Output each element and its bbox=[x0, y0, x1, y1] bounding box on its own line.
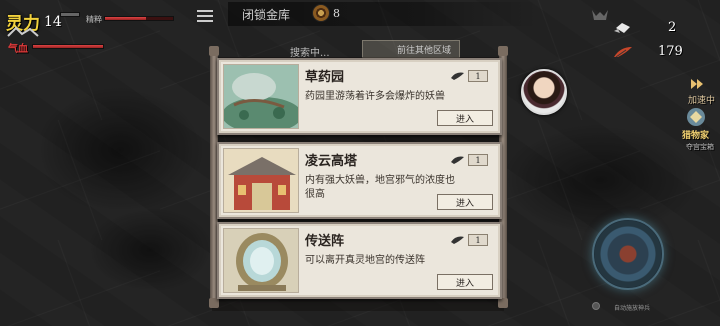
gem-icon bbox=[614, 22, 630, 33]
post-cap bbox=[498, 298, 508, 308]
menu-line bbox=[197, 10, 213, 12]
blood-bar bbox=[32, 44, 104, 49]
enter-button[interactable]: 进入 bbox=[437, 194, 493, 210]
location-title: 草药园 bbox=[305, 70, 345, 85]
tower-image bbox=[223, 148, 299, 213]
speed-label: 加速中 bbox=[688, 96, 716, 106]
location-title: 传送阵 bbox=[305, 234, 345, 249]
gem-resource: 2 bbox=[612, 20, 676, 35]
joystick-attack-button[interactable] bbox=[592, 218, 664, 290]
entry-cost-value: 1 bbox=[468, 154, 488, 166]
portal-image bbox=[223, 228, 299, 293]
location-card-herb-garden[interactable]: 草药园 药园里游荡着许多会爆炸的妖兽 1 进入 bbox=[217, 58, 502, 135]
menu-button[interactable] bbox=[190, 5, 220, 27]
location-title: 凌云高塔 bbox=[305, 154, 358, 169]
entry-cost: 1 bbox=[450, 70, 488, 82]
blood-stat: 气血 bbox=[8, 40, 28, 55]
character-sprite-icon bbox=[7, 26, 39, 37]
auto-cast-label: 自动施放神兵 bbox=[614, 305, 651, 312]
feather-resource: 179 bbox=[612, 44, 683, 59]
fast-forward-icon[interactable] bbox=[690, 78, 704, 90]
companion-avatar[interactable] bbox=[521, 69, 567, 115]
entry-cost: 1 bbox=[450, 154, 488, 166]
skill-label: 猎物家 bbox=[682, 131, 710, 141]
entry-cost-value: 1 bbox=[468, 70, 488, 82]
post-cap bbox=[209, 298, 219, 308]
location-title: 闭锁金库 bbox=[242, 8, 291, 22]
location-card-tower[interactable]: 凌云高塔 内有强大妖兽，地宫邪气的浓度也很高 1 进入 bbox=[217, 142, 502, 219]
spirit-bar-fill bbox=[105, 17, 146, 20]
ring-coin-icon bbox=[312, 4, 330, 22]
enter-button[interactable]: 进入 bbox=[437, 274, 493, 290]
location-card-portal[interactable]: 传送阵 可以离开真灵地宫的传送阵 1 进入 bbox=[217, 222, 502, 299]
skill-sublabel: 夺宫宝箱 bbox=[686, 143, 714, 151]
gem-value: 2 bbox=[668, 20, 677, 35]
feather-icon bbox=[614, 46, 632, 57]
menu-line bbox=[197, 20, 213, 22]
spirit-extra-label: 精粹 bbox=[86, 15, 102, 24]
goto-other-area-label: 前往其他区域 bbox=[396, 45, 451, 56]
post-cap bbox=[209, 46, 219, 56]
enter-button[interactable]: 进入 bbox=[437, 110, 493, 126]
entry-cost: 1 bbox=[450, 234, 488, 246]
auto-cast-toggle[interactable] bbox=[592, 302, 600, 310]
location-description: 内有强大妖兽，地宫邪气的浓度也很高 bbox=[305, 175, 455, 200]
demon-mask-icon bbox=[592, 10, 608, 20]
blood-bar-fill bbox=[33, 45, 103, 48]
goto-other-area-button[interactable]: 前往其他区域 bbox=[362, 40, 460, 58]
treasure-skill-icon[interactable] bbox=[684, 106, 708, 128]
coin-value: 8 bbox=[333, 7, 340, 20]
post-cap bbox=[498, 46, 508, 56]
menu-line bbox=[197, 15, 213, 17]
herb-garden-image bbox=[223, 64, 299, 129]
key-token-icon bbox=[451, 72, 464, 80]
location-description: 药园里游荡着许多会爆炸的妖兽 bbox=[305, 91, 445, 102]
location-description: 可以离开真灵地宫的传送阵 bbox=[305, 255, 425, 266]
feather-value: 179 bbox=[658, 44, 683, 59]
entry-cost-value: 1 bbox=[468, 234, 488, 246]
key-token-icon bbox=[451, 236, 464, 244]
spirit-bar bbox=[104, 16, 174, 21]
player-stats-hud: 灵力 14 精粹 气血 bbox=[0, 0, 200, 60]
key-token-icon bbox=[451, 156, 464, 164]
blood-label: 气血 bbox=[8, 44, 28, 55]
spirit-mini-bar bbox=[60, 12, 80, 17]
